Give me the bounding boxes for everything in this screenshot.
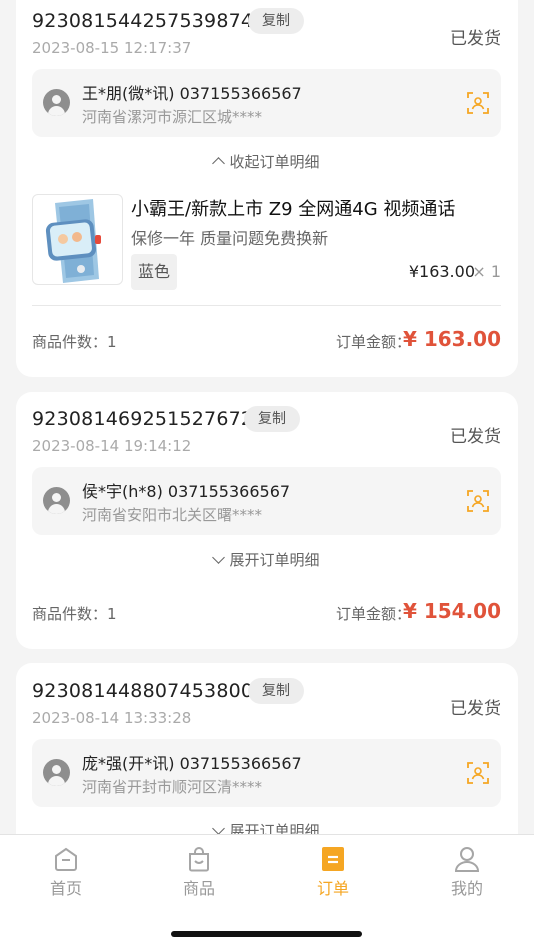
- copy-button[interactable]: 复制: [248, 678, 304, 704]
- total-amount-label: 订单金额：: [336, 333, 412, 351]
- recipient-address: 河南省开封市顺河区清****: [82, 778, 263, 796]
- home-icon: [55, 847, 77, 871]
- id-scan-icon[interactable]: [467, 490, 489, 512]
- tab-label: 商品: [182, 879, 215, 898]
- chevron-up-icon: [212, 157, 226, 170]
- address-box[interactable]: 庞*强(开*讯) 037155366567 河南省开封市顺河区清****: [32, 739, 501, 807]
- toggle-label: 收起订单明细: [229, 153, 320, 171]
- item-count: 商品件数：1: [32, 333, 117, 351]
- home-indicator[interactable]: [171, 931, 362, 937]
- orders-icon: [322, 847, 344, 871]
- order-time: 2023-08-15 12:17:37: [32, 39, 192, 57]
- collapse-details-toggle[interactable]: 收起订单明细: [16, 151, 518, 172]
- recipient-address: 河南省漯河市源汇区城****: [82, 108, 263, 126]
- order-status: 已发货: [450, 427, 501, 447]
- order-time: 2023-08-14 19:14:12: [32, 437, 192, 455]
- product-image[interactable]: [32, 194, 123, 285]
- tab-label: 订单: [316, 879, 349, 898]
- address-box[interactable]: 王*朋(微*讯) 037155366567 河南省漯河市源汇区城****: [32, 69, 501, 137]
- tab-products[interactable]: 商品: [149, 845, 249, 899]
- chevron-down-icon: [212, 551, 226, 564]
- tab-orders[interactable]: 订单: [283, 845, 383, 899]
- profile-icon: [454, 847, 480, 872]
- tab-profile[interactable]: 我的: [417, 845, 517, 899]
- copy-button[interactable]: 复制: [244, 406, 300, 432]
- order-card: 923081469251527672 复制 2023-08-14 19:14:1…: [16, 392, 518, 649]
- order-number: 923081448807453800: [32, 680, 254, 702]
- order-status: 已发货: [450, 29, 501, 49]
- order-list[interactable]: 923081544257539874 复制 2023-08-15 12:17:3…: [0, 0, 534, 834]
- user-avatar-icon: [43, 759, 70, 786]
- toggle-label: 展开订单明细: [229, 822, 320, 834]
- product-subtitle: 保修一年 质量问题免费换新: [131, 229, 329, 248]
- order-number: 923081469251527672: [32, 408, 254, 430]
- address-box[interactable]: 侯*宇(h*8) 037155366567 河南省安阳市北关区曙****: [32, 467, 501, 535]
- tab-home[interactable]: 首页: [16, 845, 116, 899]
- user-avatar-icon: [43, 89, 70, 116]
- recipient-name-phone: 侯*宇(h*8) 037155366567: [82, 482, 291, 501]
- product-price: ¥163.00: [408, 262, 475, 281]
- id-scan-icon[interactable]: [467, 92, 489, 114]
- user-avatar-icon: [43, 487, 70, 514]
- order-status: 已发货: [450, 699, 501, 719]
- chevron-down-icon: [212, 822, 226, 834]
- total-amount: ¥ 154.00: [402, 599, 501, 623]
- recipient-name-phone: 庞*强(开*讯) 037155366567: [82, 754, 302, 773]
- total-amount-label: 订单金额：: [336, 605, 412, 623]
- order-number: 923081544257539874: [32, 10, 254, 32]
- order-card: 923081448807453800 复制 2023-08-14 13:33:2…: [16, 663, 518, 834]
- total-amount: ¥ 163.00: [402, 327, 501, 351]
- recipient-name-phone: 王*朋(微*讯) 037155366567: [82, 84, 302, 103]
- divider: [32, 305, 501, 306]
- product-title[interactable]: 小霸王/新款上市 Z9 全网通4G 视频通话: [131, 195, 455, 221]
- recipient-address: 河南省安阳市北关区曙****: [82, 506, 263, 524]
- order-card: 923081544257539874 复制 2023-08-15 12:17:3…: [16, 0, 518, 377]
- product-spec-tag: 蓝色: [131, 254, 178, 290]
- item-count: 商品件数：1: [32, 605, 117, 623]
- toggle-label: 展开订单明细: [229, 551, 320, 569]
- smartwatch-image: [45, 199, 101, 283]
- expand-details-toggle[interactable]: 展开订单明细: [16, 549, 518, 570]
- copy-button[interactable]: 复制: [248, 8, 304, 34]
- id-scan-icon[interactable]: [467, 762, 489, 784]
- tab-label: 首页: [49, 879, 82, 898]
- expand-details-toggle[interactable]: 展开订单明细: [16, 820, 518, 834]
- shopping-bag-icon: [189, 847, 209, 872]
- tab-label: 我的: [450, 879, 483, 898]
- order-time: 2023-08-14 13:33:28: [32, 709, 192, 727]
- product-quantity: × 1: [472, 262, 501, 281]
